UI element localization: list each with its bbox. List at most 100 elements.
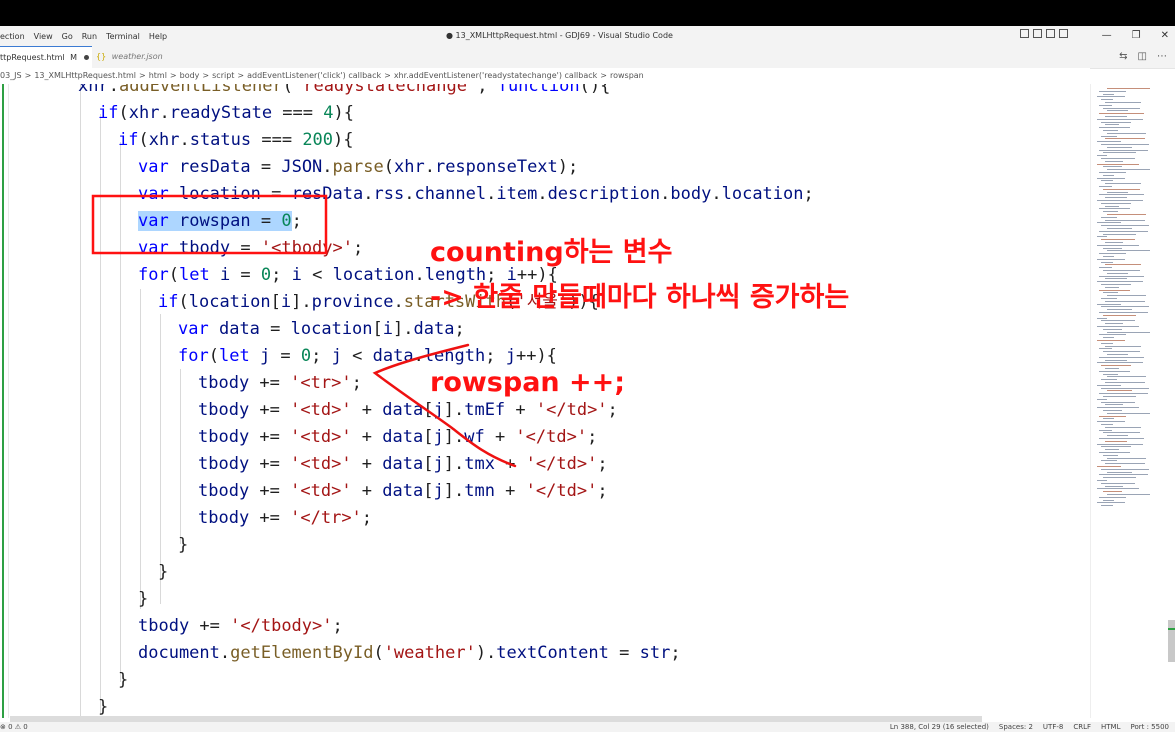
minimize-button[interactable]: — [1102, 26, 1112, 46]
code-line[interactable]: for(let j = 0; j < data.length; j++){ [178, 343, 557, 370]
vertical-scrollbar-thumb[interactable] [1168, 620, 1175, 662]
minimap-line [1105, 102, 1141, 103]
minimap-line [1101, 121, 1131, 123]
code-line[interactable]: } [118, 667, 128, 694]
problems-status[interactable]: ⊗ 0 ⚠ 0 [0, 722, 28, 732]
code-line[interactable]: if(xhr.status === 200){ [118, 127, 354, 154]
breadcrumb-item[interactable]: 13_XMLHttpRequest.html [34, 71, 136, 80]
minimap-line [1107, 494, 1150, 495]
annotation-rowspan-increment: rowspan ++; [430, 367, 626, 398]
minimap-line [1099, 90, 1126, 92]
minimap-line [1097, 244, 1139, 246]
unsaved-dot-icon[interactable] [83, 55, 89, 60]
code-line[interactable]: tbody += '<td>' + data[j].wf + '</td>'; [198, 424, 597, 451]
code-line[interactable]: if(xhr.readyState === 4){ [98, 100, 354, 127]
breadcrumb-item[interactable]: body [180, 71, 200, 80]
toggle-secondary-sidebar-icon[interactable] [1046, 29, 1055, 38]
minimap-line [1105, 323, 1123, 325]
code-line[interactable]: document.getElementById('weather').textC… [138, 640, 681, 667]
minimap-line [1097, 177, 1125, 179]
code-line[interactable]: tbody += '</tbody>'; [138, 613, 343, 640]
breadcrumb-item[interactable]: script [212, 71, 234, 80]
minimap-line [1099, 415, 1126, 417]
minimap-line [1103, 418, 1114, 420]
menu-item[interactable]: View [34, 32, 53, 41]
minimap[interactable] [1090, 84, 1169, 718]
status-item[interactable]: Ln 388, Col 29 (16 selected) [890, 722, 989, 732]
breadcrumb-item[interactable]: html [149, 71, 167, 80]
minimap-line [1099, 393, 1148, 395]
minimap-line [1107, 88, 1150, 89]
breadcrumb-item[interactable]: xhr.addEventListener('readystatechange')… [394, 71, 597, 80]
code-line[interactable]: tbody += '<tr>'; [198, 370, 362, 397]
gutter [0, 84, 9, 718]
indent-guide [80, 84, 81, 718]
toggle-sidebar-icon[interactable] [1020, 29, 1029, 38]
code-line[interactable]: tbody += '<td>' + data[j].tmn + '</td>'; [198, 478, 608, 505]
code-line[interactable]: tbody += '<td>' + data[j].tmEf + '</td>'… [198, 397, 618, 424]
code-line[interactable]: } [98, 694, 108, 718]
minimap-line [1101, 99, 1113, 101]
code-line[interactable]: tbody += '</tr>'; [198, 505, 372, 532]
code-line[interactable]: var rowspan = 0; [138, 208, 302, 235]
indent-guide [100, 114, 101, 714]
minimap-line [1107, 228, 1132, 229]
customize-layout-icon[interactable] [1059, 29, 1068, 38]
menu-item[interactable]: Go [62, 32, 73, 41]
tab-weather-json[interactable]: {} weather.json [96, 46, 163, 68]
code-line[interactable]: var location = resData.rss.channel.item.… [138, 181, 814, 208]
code-line[interactable]: var tbody = '<tbody>'; [138, 235, 363, 262]
status-item[interactable]: HTML [1101, 722, 1120, 732]
breadcrumb-separator: > [138, 71, 146, 80]
minimap-line [1107, 295, 1146, 297]
code-line[interactable]: } [178, 532, 188, 559]
compare-icon[interactable]: ⇆ [1119, 46, 1127, 68]
status-item[interactable]: Port : 5500 [1131, 722, 1170, 732]
minimap-line [1101, 342, 1113, 344]
menu-item[interactable]: ection [0, 32, 25, 41]
minimap-line [1101, 468, 1149, 470]
minimap-line [1103, 337, 1114, 339]
menu-item[interactable]: Help [149, 32, 167, 41]
minimap-line [1101, 365, 1131, 367]
code-line[interactable]: } [138, 586, 148, 613]
minimap-line [1105, 485, 1123, 487]
menu-item[interactable]: Run [82, 32, 97, 41]
tab-13-xmlhttprequest[interactable]: ttpRequest.html M [0, 46, 92, 68]
status-item[interactable]: UTF-8 [1043, 722, 1063, 732]
window-controls: — ❐ ✕ [1082, 26, 1169, 46]
minimap-line [1103, 270, 1140, 271]
minimap-line [1097, 480, 1107, 481]
minimap-line [1101, 225, 1149, 227]
minimap-line [1103, 233, 1136, 235]
split-editor-icon[interactable]: ◫ [1138, 46, 1147, 68]
code-line[interactable]: var data = location[i].data; [178, 316, 465, 343]
code-line[interactable]: xhr.addEventListener('readystatechange',… [78, 84, 610, 100]
minimap-line [1103, 174, 1114, 176]
toggle-panel-icon[interactable] [1033, 29, 1042, 38]
minimap-line [1097, 488, 1139, 490]
minimap-line [1105, 404, 1123, 406]
code-line[interactable]: tbody += '<td>' + data[j].tmx + '</td>'; [198, 451, 608, 478]
menu-item[interactable]: Terminal [106, 32, 140, 41]
status-item[interactable]: Spaces: 2 [999, 722, 1033, 732]
code-editor[interactable]: xhr.addEventListener('readystatechange',… [0, 84, 1090, 718]
minimap-line [1103, 152, 1136, 154]
more-actions-icon[interactable]: ⋯ [1157, 46, 1167, 68]
minimap-line [1099, 348, 1112, 350]
editor-tab-bar: ttpRequest.html M {} weather.json ⇆ ◫ ⋯ [0, 46, 1175, 69]
minimap-line [1097, 384, 1121, 386]
minimap-line [1105, 382, 1145, 383]
code-line[interactable]: var resData = JSON.parse(xhr.responseTex… [138, 154, 578, 181]
minimap-line [1103, 292, 1118, 294]
maximize-button[interactable]: ❐ [1132, 26, 1141, 46]
minimap-line [1107, 214, 1146, 215]
minimap-line [1105, 426, 1141, 428]
close-button[interactable]: ✕ [1161, 26, 1169, 46]
status-item[interactable]: CRLF [1073, 722, 1091, 732]
code-line[interactable]: } [158, 559, 168, 586]
minimap-line [1103, 432, 1140, 434]
breadcrumb-item[interactable]: 03_JS [0, 71, 22, 80]
breadcrumb-item[interactable]: rowspan [610, 71, 644, 80]
breadcrumb-item[interactable]: addEventListener('click') callback [247, 71, 381, 80]
